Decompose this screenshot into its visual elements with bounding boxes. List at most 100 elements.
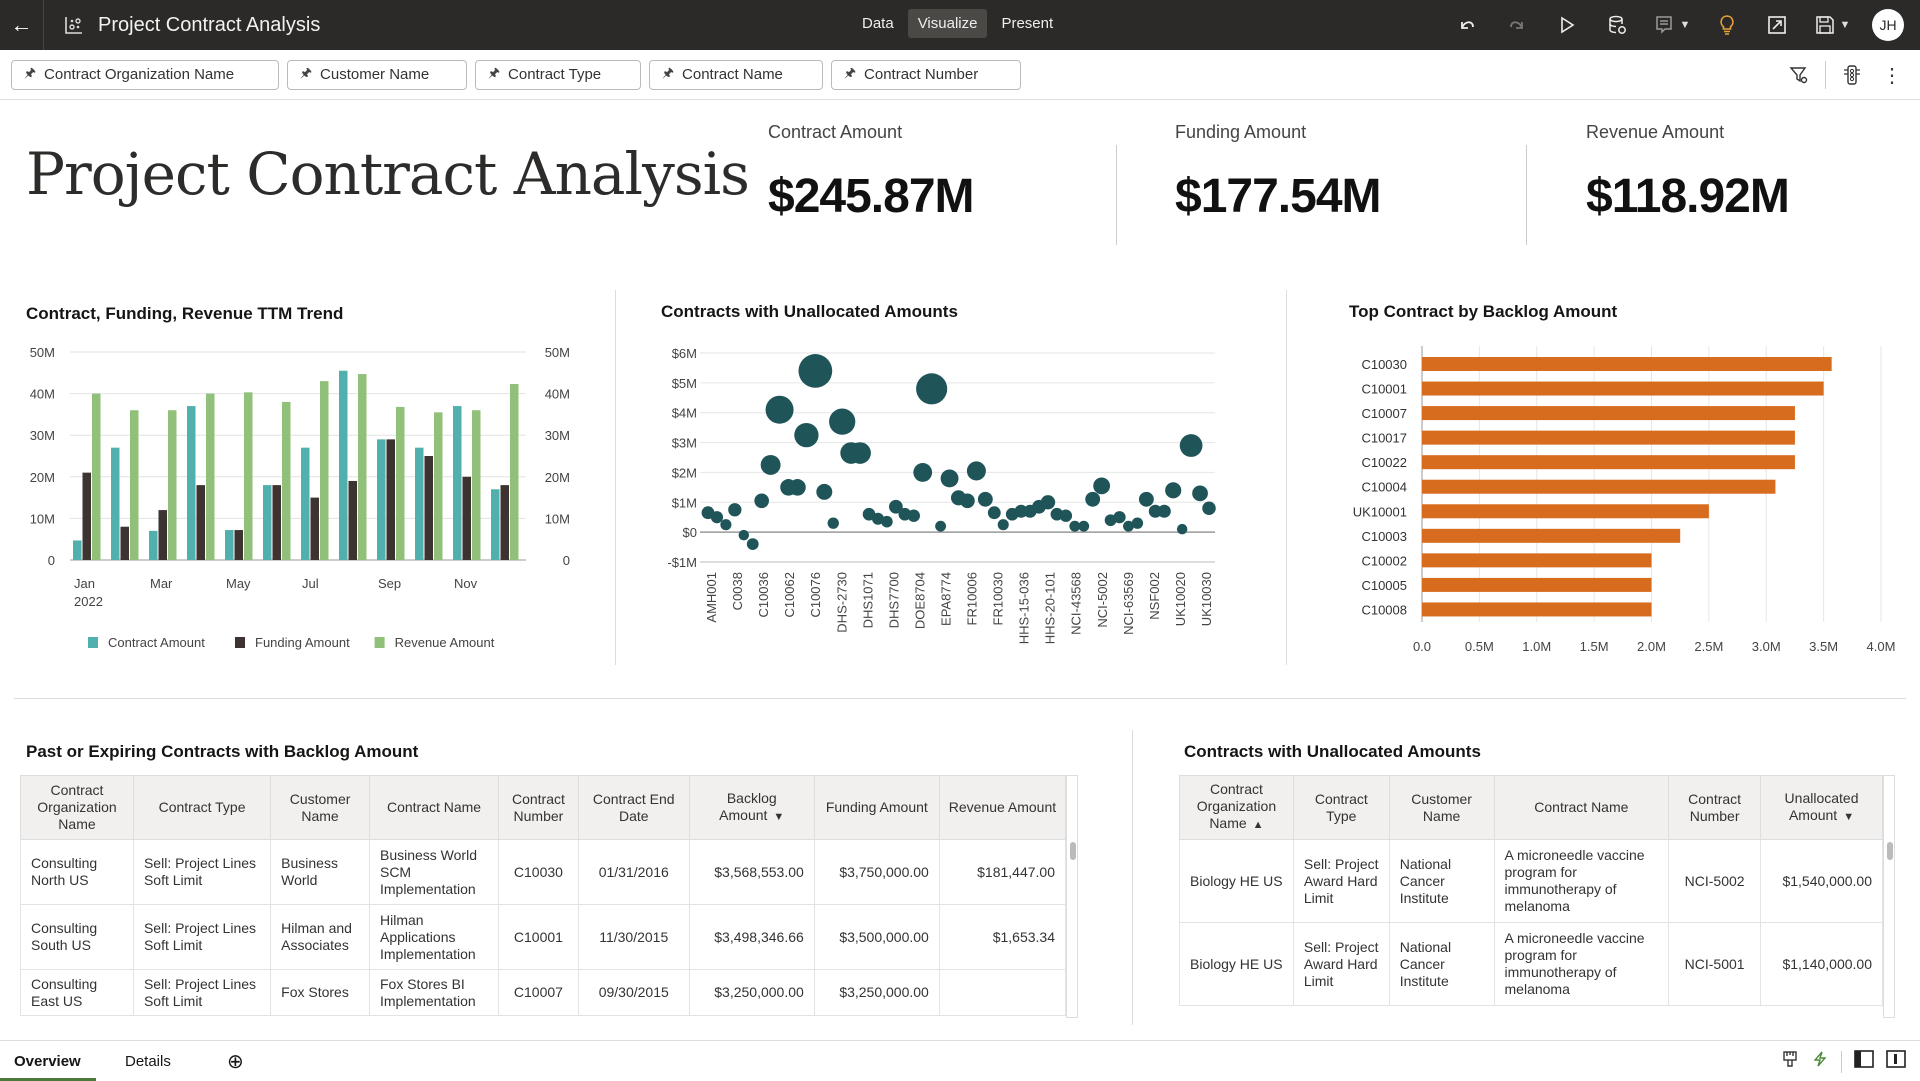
unallocated-scatter-chart[interactable]: -$1M $0 $1M $2M $3M $4M $5M $6M AMH001 C0038 C1003… [640, 330, 1240, 670]
mode-data[interactable]: Data [852, 9, 904, 38]
y-tick-label: C10022 [1361, 455, 1407, 470]
column-header[interactable]: Contract Name [1493, 775, 1670, 840]
column-header[interactable]: Revenue Amount [938, 775, 1067, 840]
auto-apply-lightning-icon[interactable] [1811, 1050, 1829, 1073]
y-tick-label: $1M [672, 495, 697, 510]
backlog-table-scrollbar[interactable] [1066, 775, 1078, 1018]
x-tick-label: 0.5M [1465, 639, 1494, 654]
export-icon[interactable] [1752, 0, 1802, 50]
sort-descending-icon[interactable]: ▼ [1843, 811, 1854, 823]
ttm-trend-chart[interactable]: 0 0 10M 10M 20M 20M 30M 30M 40M 40M 50M 50M Jan Mar Ma… [0, 330, 610, 660]
table-row[interactable]: Consulting East US Sell: Project Lines So… [20, 969, 1067, 1016]
mode-visualize[interactable]: Visualize [907, 9, 988, 38]
y-tick-label: $5M [672, 376, 697, 391]
column-header[interactable]: Contract Type [1292, 775, 1390, 840]
column-header[interactable]: Contract Organization Name [20, 775, 134, 840]
legend-label: Revenue Amount [395, 635, 495, 650]
column-header-label: Contract Name [1534, 799, 1629, 815]
column-header[interactable]: Customer Name [270, 775, 370, 840]
scroll-thumb[interactable] [1070, 842, 1076, 860]
filter-contract-name[interactable]: 🖈︎ Contract Name [649, 59, 823, 90]
column-header[interactable]: Backlog Amount ▼ [688, 775, 815, 840]
unallocated-table: Contract Organization Name ▲ Contract Type… [1179, 775, 1883, 1006]
right-panel-icon[interactable] [1886, 1049, 1906, 1074]
left-panel-icon[interactable] [1854, 1049, 1874, 1074]
filter-contract-type[interactable]: 🖈︎ Contract Type [475, 59, 641, 90]
table-cell: A microneedle vaccine program for immuno… [1493, 839, 1670, 923]
back-arrow-icon[interactable]: ← [0, 0, 44, 50]
bar-funding-amount [120, 526, 129, 560]
insights-lightbulb-icon[interactable] [1702, 0, 1752, 50]
x-tick-label: HHS-20-101 [1043, 572, 1058, 644]
table-row[interactable]: Biology HE US Sell: Project Award Hard Li… [1179, 922, 1883, 1006]
column-header[interactable]: Contract Number [1668, 775, 1762, 840]
traffic-light-icon[interactable] [1832, 50, 1872, 100]
data-point [1138, 491, 1154, 507]
mode-present[interactable]: Present [991, 9, 1063, 38]
column-header[interactable]: Contract Type [132, 775, 272, 840]
scroll-thumb[interactable] [1887, 842, 1893, 860]
more-options-icon[interactable]: ⋮ [1872, 50, 1912, 100]
save-icon[interactable]: ▼ [1802, 0, 1862, 50]
sort-descending-icon[interactable]: ▼ [773, 811, 784, 823]
column-header[interactable]: Funding Amount [813, 775, 940, 840]
data-point [798, 354, 833, 388]
column-header-label: Contract Number [1688, 790, 1742, 824]
add-canvas-icon[interactable]: ⊕ [227, 1049, 244, 1074]
bar-revenue-amount [168, 410, 177, 560]
play-icon[interactable] [1542, 0, 1592, 50]
legend-swatch [235, 637, 245, 648]
app-header: ← Project Contract Analysis Data Visuali… [0, 0, 1920, 50]
column-header[interactable]: Unallocated Amount ▼ [1760, 775, 1883, 840]
panel-divider [1132, 730, 1133, 1025]
table-row[interactable]: Consulting South US Sell: Project Lines S… [20, 904, 1067, 970]
table-row[interactable]: Consulting North US Sell: Project Lines S… [20, 839, 1067, 905]
y-tick-label: C10008 [1361, 602, 1407, 617]
x-tick-label: NCI-5002 [1095, 572, 1110, 628]
x-tick-label: C10062 [782, 572, 797, 618]
filter-contract-organization-name[interactable]: 🖈︎ Contract Organization Name [11, 59, 279, 90]
bar-contract-amount [415, 447, 424, 560]
top-backlog-bar-chart[interactable]: 0.0 0.5M 1.0M 1.5M 2.0M 2.5M 3.0M 3.5M 4.0M C1003… [1330, 340, 1920, 660]
table-cell: Hilman Applications Implementation [368, 904, 500, 970]
data-point [913, 463, 933, 482]
table-cell: 09/30/2015 [577, 969, 690, 1016]
column-header-label: Contract Name [386, 799, 482, 815]
column-header[interactable]: Contract End Date [577, 775, 690, 840]
column-header[interactable]: Contract Number [498, 775, 579, 840]
sort-ascending-icon[interactable]: ▲ [1253, 819, 1264, 831]
table-cell: Biology HE US [1179, 922, 1294, 1006]
redo-icon[interactable] [1492, 0, 1542, 50]
table-row[interactable]: Biology HE US Sell: Project Award Hard Li… [1179, 839, 1883, 923]
paint-brush-icon[interactable] [1781, 1050, 1799, 1073]
data-point [829, 408, 856, 435]
column-header-label: Funding Amount [825, 799, 928, 815]
unallocated-table-scrollbar[interactable] [1883, 775, 1895, 1018]
legend-swatch [374, 637, 385, 648]
data-point [827, 517, 839, 529]
column-header[interactable]: Contract Name [368, 775, 500, 840]
bar [1422, 602, 1652, 617]
table-cell: Sell: Project Award Hard Limit [1292, 922, 1390, 1006]
bar [1422, 504, 1709, 519]
undo-icon[interactable] [1442, 0, 1492, 50]
y-tick-label-right: 30M [545, 428, 570, 443]
tab-overview[interactable]: Overview [14, 1053, 81, 1070]
filter-contract-number[interactable]: 🖈︎ Contract Number [831, 59, 1021, 90]
table-cell: Sell: Project Lines Soft Limit [132, 969, 272, 1016]
x-tick-label: EPA8774 [938, 572, 953, 626]
column-header[interactable]: Customer Name [1388, 775, 1495, 840]
tab-details[interactable]: Details [125, 1053, 171, 1070]
kpi-label: Revenue Amount [1586, 122, 1725, 142]
filter-settings-icon[interactable] [1779, 50, 1819, 100]
column-header[interactable]: Contract Organization Name ▲ [1179, 775, 1294, 840]
y-tick-label: -$1M [667, 555, 697, 570]
filter-customer-name[interactable]: 🖈︎ Customer Name [287, 59, 467, 90]
x-tick-label: DHS-2730 [834, 572, 849, 633]
user-avatar[interactable]: JH [1872, 9, 1904, 41]
table-cell: C10001 [498, 904, 579, 970]
refresh-data-icon[interactable] [1592, 0, 1642, 50]
y-tick-label-left: 30M [30, 428, 55, 443]
narrate-icon[interactable]: ▼ [1642, 0, 1702, 50]
data-point [881, 515, 893, 528]
